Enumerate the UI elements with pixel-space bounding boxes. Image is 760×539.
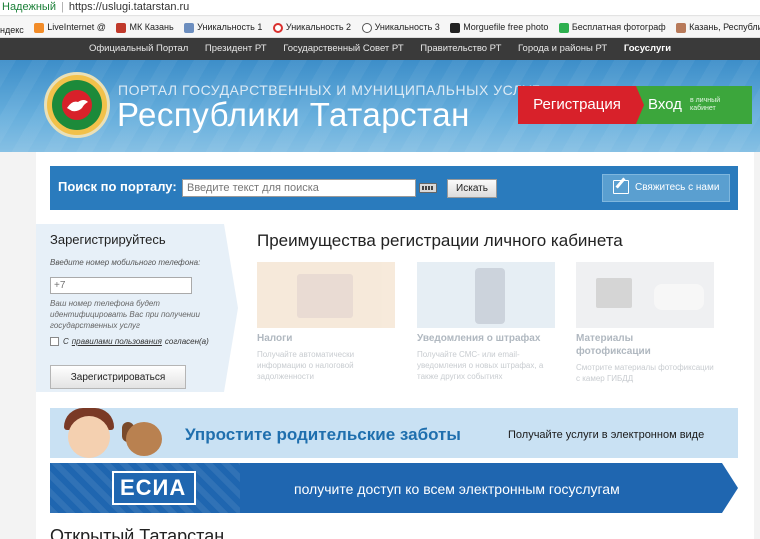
esia-logo: ЕСИА: [120, 475, 187, 500]
keyboard-icon[interactable]: [419, 183, 437, 193]
nav-president[interactable]: Президент РТ: [205, 43, 267, 54]
tatarstan-emblem-icon[interactable]: [44, 72, 110, 138]
bookmark-kazan[interactable]: Казань, Республика Т: [676, 17, 760, 37]
bookmark-label: Уникальность 2: [285, 22, 352, 32]
search-button[interactable]: Искать: [447, 179, 497, 198]
advantage-title-fines[interactable]: Уведомления о штрафах: [417, 332, 540, 345]
portal-title: Республики Татарстан: [117, 96, 470, 133]
page-icon: [184, 22, 195, 33]
bookmark-morguefile[interactable]: Morguefile free photo: [450, 17, 549, 37]
parents-banner-subtitle: Получайте услуги в электронном виде: [508, 429, 705, 441]
nav-state-council[interactable]: Государственный Совет РТ: [283, 43, 403, 54]
taxes-image: [257, 262, 395, 328]
bookmark-free-photo[interactable]: Бесплатная фотограф: [558, 17, 666, 37]
bookmark-liveinternet[interactable]: LiveInternet @: [34, 17, 106, 37]
address-separator: |: [60, 1, 64, 13]
nav-gosuslugi[interactable]: Госуслуги: [624, 43, 671, 54]
nav-official-portal[interactable]: Официальный Портал: [89, 43, 188, 54]
secure-label: Надежный: [2, 1, 56, 13]
top-nav: Официальный Портал Президент РТ Государс…: [0, 38, 760, 60]
bookmark-label: Бесплатная фотограф: [571, 22, 666, 32]
phone-shape: [475, 268, 505, 324]
camera-shape: [596, 278, 632, 308]
eye-icon: [361, 22, 372, 33]
register-submit-button[interactable]: Зарегистрироваться: [50, 365, 186, 389]
login-label: Вход: [648, 96, 682, 113]
bookmarks-bar: ндекс LiveInternet @ МК Казань Уникально…: [0, 17, 760, 38]
emblem-inner: [52, 80, 102, 130]
agree-row: С правилами пользования согласен(а): [50, 337, 209, 346]
contact-us-button[interactable]: Свяжитесь с нами: [602, 174, 730, 202]
girl-face-shape: [68, 416, 110, 458]
bookmark-unique-1[interactable]: Уникальность 1: [184, 17, 263, 37]
esia-banner[interactable]: ЕСИА получите доступ ко всем электронным…: [50, 463, 738, 513]
bookmark-yandex[interactable]: ндекс: [0, 20, 24, 38]
page-icon: [676, 22, 687, 33]
bookmark-label: Казань, Республика Т: [689, 22, 760, 32]
phone-input[interactable]: [50, 277, 192, 294]
bookmark-mk[interactable]: МК Казань: [116, 17, 174, 37]
terms-link[interactable]: правилами пользования: [72, 337, 162, 346]
agree-checkbox[interactable]: [50, 337, 59, 346]
advantages-title: Преимущества регистрации личного кабинет…: [257, 231, 623, 250]
phone-hint: Введите номер мобильного телефона:: [50, 258, 201, 267]
pencil-icon: [613, 180, 629, 194]
esia-banner-text: получите доступ ко всем электронным госу…: [294, 481, 620, 497]
agree-suffix: согласен(а): [164, 337, 209, 346]
esia-banner-arrow: [722, 463, 738, 513]
bookmark-label: МК Казань: [129, 22, 174, 32]
parents-banner[interactable]: Упростите родительские заботы Получайте …: [50, 408, 738, 458]
fines-image: [417, 262, 555, 328]
px-icon: [558, 22, 569, 33]
mk-icon: [116, 22, 127, 33]
bookmark-label: LiveInternet @: [47, 22, 106, 32]
advantage-text-photofix: Смотрите материалы фотофиксации с камер …: [576, 363, 714, 383]
address-bar[interactable]: Надежный | https://uslugi.tatarstan.ru: [0, 0, 760, 16]
register-title: Зарегистрируйтесь: [50, 232, 166, 247]
phone-note: Ваш номер телефона будет идентифицироват…: [50, 299, 200, 330]
advantage-title-photofix[interactable]: Материалы фотофиксации: [576, 332, 651, 358]
login-sublabel: в личный кабинет: [690, 97, 721, 112]
morguefile-icon: [450, 22, 461, 33]
bookmark-label: Уникальность 1: [197, 22, 263, 32]
section-title: Открытый Татарстан: [50, 526, 225, 539]
snow-leopard-icon: [62, 90, 92, 120]
advantage-title-taxes[interactable]: Налоги: [257, 332, 292, 345]
search-label: Поиск по порталу:: [58, 179, 177, 194]
bookmark-label: Уникальность 3: [374, 22, 440, 32]
liveinternet-icon: [34, 22, 45, 33]
bookmark-label: ндекс: [0, 24, 24, 35]
advantage-text-fines: Получайте СМС- или email-уведомления о н…: [417, 350, 544, 381]
login-button[interactable]: Вход в личный кабинет: [636, 86, 752, 124]
register-button[interactable]: Регистрация: [518, 86, 644, 124]
car-shape: [654, 284, 704, 310]
copyright-icon: [272, 22, 283, 33]
url-text[interactable]: https://uslugi.tatarstan.ru: [69, 1, 189, 13]
search-bar: Поиск по порталу: Искать Свяжитесь с нам…: [50, 166, 738, 210]
photofix-image: [576, 262, 714, 328]
nav-government[interactable]: Правительство РТ: [420, 43, 501, 54]
bookmark-label: Morguefile free photo: [463, 22, 549, 32]
bookmark-unique-2[interactable]: Уникальность 2: [272, 17, 352, 37]
search-input[interactable]: [182, 179, 416, 197]
bookmark-unique-3[interactable]: Уникальность 3: [361, 17, 440, 37]
wallet-shape: [297, 274, 353, 318]
nav-cities[interactable]: Города и районы РТ: [518, 43, 607, 54]
dog-shape: [126, 422, 162, 456]
agree-prefix: С: [63, 337, 69, 346]
advantage-text-taxes: Получайте автоматически информацию о нал…: [257, 350, 355, 381]
contact-label: Свяжитесь с нами: [635, 182, 720, 193]
parents-banner-title: Упростите родительские заботы: [185, 425, 461, 444]
